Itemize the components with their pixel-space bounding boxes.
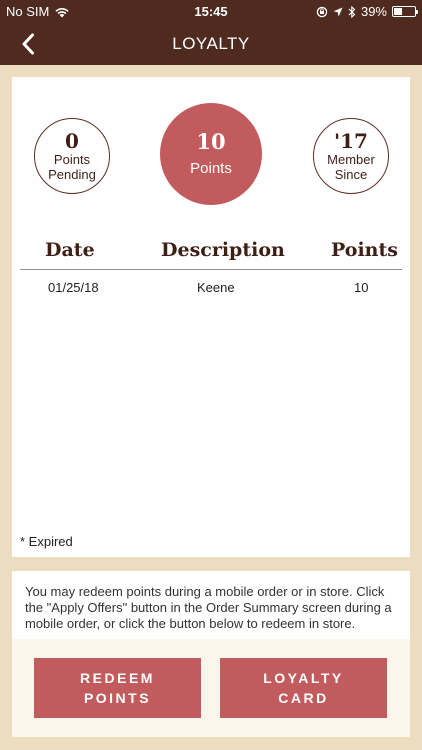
- member-since-value: '17: [334, 129, 368, 153]
- redeem-points-label-1: REDEEM: [80, 670, 155, 686]
- bluetooth-icon: [348, 5, 356, 18]
- column-header-points: Points: [331, 239, 398, 261]
- loyalty-card-button[interactable]: LOYALTY CARD: [220, 658, 387, 718]
- column-header-date: Date: [45, 239, 95, 261]
- loyalty-card-panel: 0 Points Pending 10 Points '17 Member Si…: [12, 77, 410, 557]
- points-total-circle: 10 Points: [160, 103, 262, 205]
- row-points: 10: [354, 280, 369, 295]
- battery-percent: 39%: [360, 4, 387, 19]
- table-row: 01/25/18 Keene 10: [20, 280, 402, 300]
- redeem-points-label-2: POINTS: [83, 690, 152, 706]
- points-pending-label-1: Points: [53, 152, 91, 167]
- location-arrow-icon: [333, 7, 343, 16]
- loyalty-card-label-2: CARD: [278, 690, 329, 706]
- redeem-section: You may redeem points during a mobile or…: [12, 571, 410, 737]
- nav-bar: LOYALTY: [0, 22, 422, 65]
- status-bar: No SIM 15:45 39%: [0, 0, 422, 22]
- points-pending-value: 0: [65, 129, 79, 153]
- member-since-circle: '17 Member Since: [313, 118, 389, 194]
- column-header-description: Description: [161, 239, 285, 261]
- member-since-label-1: Member: [327, 152, 375, 167]
- points-pending-circle: 0 Points Pending: [34, 118, 110, 194]
- points-pending-label-2: Pending: [48, 167, 96, 182]
- battery-icon: [392, 6, 418, 17]
- redeem-info-text: You may redeem points during a mobile or…: [12, 571, 410, 639]
- points-total-value: 10: [196, 128, 226, 154]
- row-date: 01/25/18: [48, 280, 99, 295]
- rotation-lock-icon: [316, 6, 328, 17]
- redeem-points-button[interactable]: REDEEM POINTS: [34, 658, 201, 718]
- member-since-label-2: Since: [334, 167, 368, 182]
- page-title: LOYALTY: [172, 34, 250, 53]
- status-right: 39%: [316, 4, 418, 19]
- loyalty-card-label-1: LOYALTY: [263, 670, 344, 686]
- history-table-header: Date Description Points: [20, 237, 402, 270]
- row-description: Keene: [197, 280, 235, 295]
- points-total-label: Points: [190, 159, 232, 177]
- expired-note: * Expired: [20, 534, 73, 549]
- battery-level: [394, 8, 402, 15]
